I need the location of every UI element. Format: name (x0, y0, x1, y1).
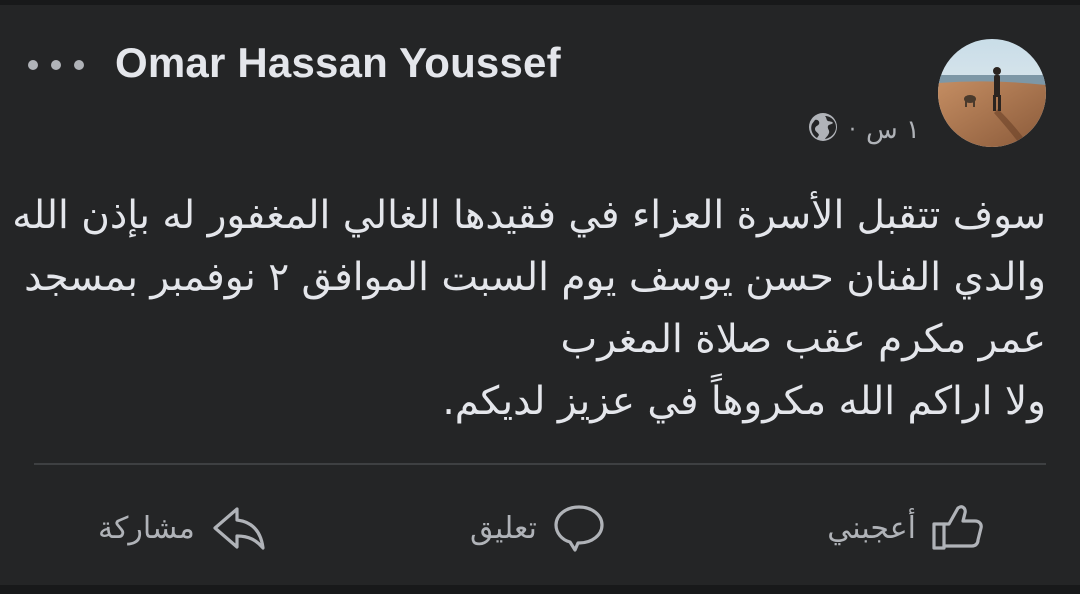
meta-separator: · (849, 117, 857, 143)
post-timestamp[interactable]: ١ س (866, 115, 920, 145)
post-actions-bar: أعجبني تعليق مشاركة (0, 497, 1080, 559)
comment-button[interactable]: تعليق (470, 497, 607, 559)
post-body: سوف تتقبل الأسرة العزاء في فقيدها الغالي… (12, 185, 1046, 433)
like-button[interactable]: أعجبني (827, 497, 986, 559)
author-avatar[interactable] (938, 39, 1046, 147)
post-meta: · ١ س (807, 111, 920, 150)
more-options-button[interactable] (28, 53, 84, 77)
more-dot-icon (51, 60, 61, 70)
more-dot-icon (74, 60, 84, 70)
post-text-line: سوف تتقبل الأسرة العزاء في فقيدها الغالي… (12, 193, 1046, 238)
globe-icon[interactable] (807, 111, 839, 150)
post-text-line: والدي الفنان حسن يوسف يوم السبت الموافق … (24, 255, 1046, 300)
post-text-line: ولا اراكم الله مكروهاً في عزيز لديكم. (442, 379, 1046, 424)
more-dot-icon (28, 60, 38, 70)
share-arrow-icon (209, 504, 267, 552)
like-label: أعجبني (827, 510, 916, 546)
post-header: Omar Hassan Youssef · ١ س (0, 5, 1080, 155)
post-text-line: عمر مكرم عقب صلاة المغرب (560, 317, 1046, 362)
share-button[interactable]: مشاركة (98, 497, 267, 559)
share-label: مشاركة (98, 510, 195, 546)
post-card: Omar Hassan Youssef · ١ س سوف تتقبل الأس… (0, 5, 1080, 585)
comment-bubble-icon (551, 503, 607, 553)
thumbs-up-icon (930, 504, 986, 552)
comment-label: تعليق (470, 510, 537, 546)
actions-divider (34, 463, 1046, 465)
author-name[interactable]: Omar Hassan Youssef (115, 39, 561, 87)
